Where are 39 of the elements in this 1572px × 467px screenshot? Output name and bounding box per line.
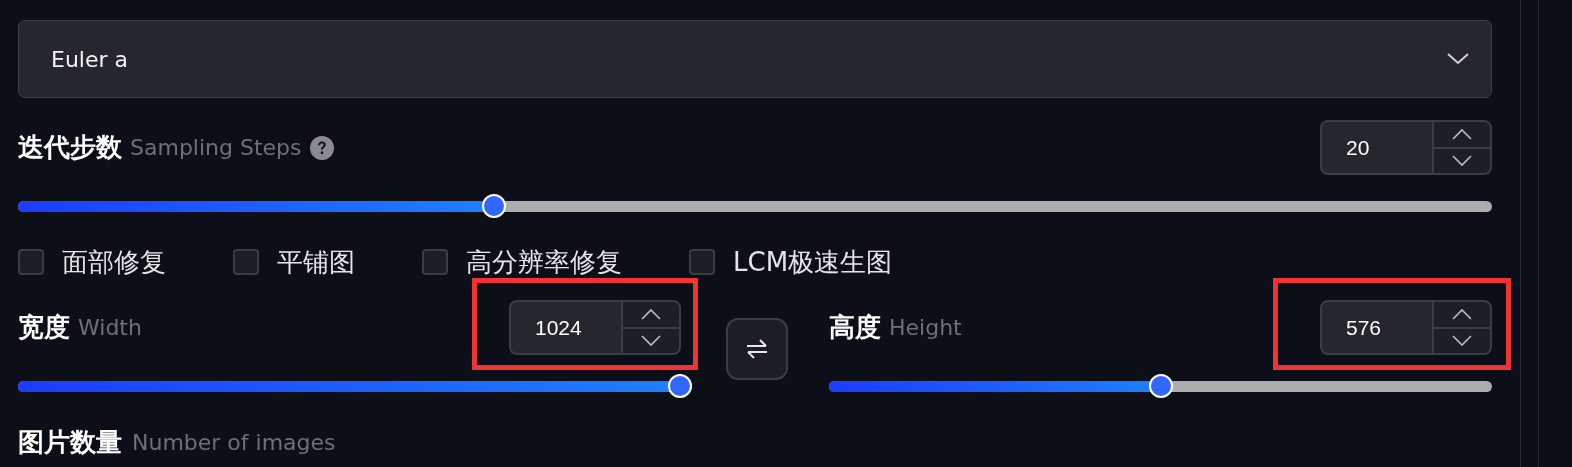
field-label: 迭代步数 bbox=[18, 131, 122, 164]
decrement-button[interactable] bbox=[623, 326, 679, 353]
decrement-button[interactable] bbox=[1434, 146, 1490, 173]
increment-button[interactable] bbox=[1434, 302, 1490, 327]
number-field[interactable]: 20 bbox=[1320, 120, 1492, 175]
help-icon[interactable] bbox=[309, 135, 334, 160]
field-label: 高度 bbox=[829, 311, 881, 344]
slider-thumb[interactable] bbox=[1148, 374, 1173, 398]
checkbox-label[interactable]: LCM极速生图 bbox=[733, 244, 893, 280]
chevron-up-icon bbox=[1451, 308, 1473, 321]
increment-button[interactable] bbox=[623, 302, 679, 327]
chevron-down-icon bbox=[1447, 53, 1469, 65]
swap-button[interactable] bbox=[725, 318, 788, 380]
increment-button[interactable] bbox=[1434, 122, 1490, 147]
field-sublabel: Width bbox=[78, 315, 142, 340]
checkbox-label[interactable]: 高分辨率修复 bbox=[466, 244, 622, 280]
swap-arrows-icon bbox=[744, 337, 769, 361]
slider-thumb[interactable] bbox=[482, 194, 506, 218]
chevron-down-icon bbox=[640, 334, 662, 347]
checkbox[interactable] bbox=[422, 249, 448, 275]
chevron-up-icon bbox=[1451, 128, 1473, 141]
checkbox-label[interactable]: 平铺图 bbox=[277, 244, 355, 280]
number-field[interactable]: 576 bbox=[1320, 300, 1492, 355]
field-label: 宽度 bbox=[18, 311, 70, 344]
sampler-dropdown[interactable]: Euler a bbox=[18, 20, 1492, 98]
checkbox[interactable] bbox=[18, 249, 44, 275]
field-sublabel: Number of images bbox=[132, 430, 336, 455]
field-label: 图片数量 bbox=[18, 426, 122, 459]
number-field[interactable]: 1024 bbox=[509, 300, 681, 355]
chevron-down-icon bbox=[1451, 334, 1473, 347]
checkbox[interactable] bbox=[233, 249, 259, 275]
field-sublabel: Height bbox=[889, 315, 962, 340]
chevron-up-icon bbox=[640, 308, 662, 321]
checkbox-label[interactable]: 面部修复 bbox=[62, 244, 166, 280]
field-sublabel: Sampling Steps bbox=[130, 135, 302, 160]
decrement-button[interactable] bbox=[1434, 326, 1490, 353]
slider-thumb[interactable] bbox=[668, 374, 692, 398]
checkbox[interactable] bbox=[689, 249, 715, 275]
chevron-down-icon bbox=[1451, 154, 1473, 167]
